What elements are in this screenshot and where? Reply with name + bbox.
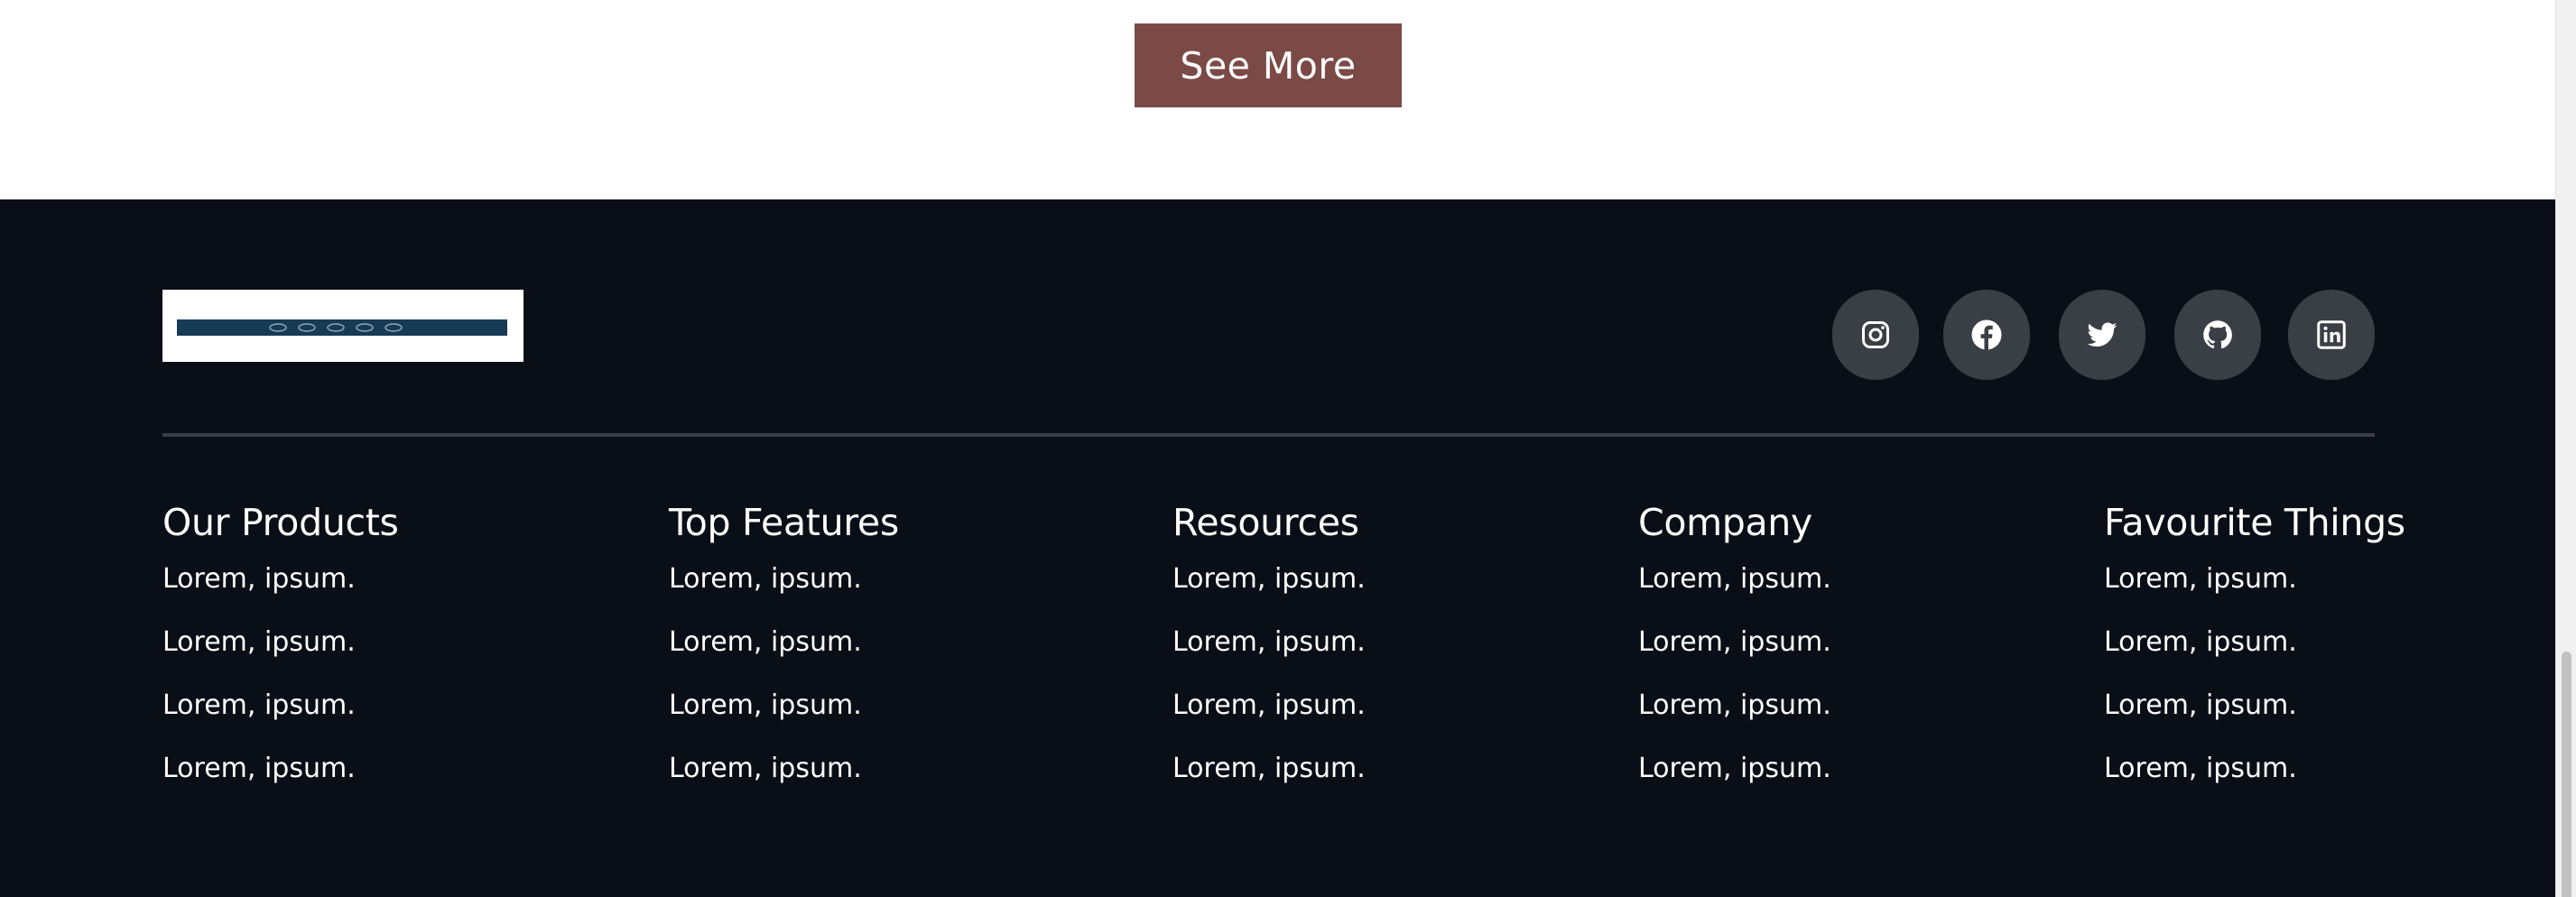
footer-link[interactable]: Lorem, ipsum. xyxy=(2104,741,2405,804)
footer-link[interactable]: Lorem, ipsum. xyxy=(669,678,899,741)
twitter-link[interactable] xyxy=(2059,290,2145,380)
column-links: Lorem, ipsum. Lorem, ipsum. Lorem, ipsum… xyxy=(669,551,899,804)
footer-link[interactable]: Lorem, ipsum. xyxy=(669,741,899,804)
github-link[interactable] xyxy=(2174,290,2261,380)
column-links: Lorem, ipsum. Lorem, ipsum. Lorem, ipsum… xyxy=(162,551,399,804)
footer-link[interactable]: Lorem, ipsum. xyxy=(1172,551,1366,615)
footer-link[interactable]: Lorem, ipsum. xyxy=(1638,615,1831,678)
twitter-icon xyxy=(2087,322,2117,347)
footer-link[interactable]: Lorem, ipsum. xyxy=(162,741,399,804)
footer-link[interactable]: Lorem, ipsum. xyxy=(669,551,899,615)
footer-link[interactable]: Lorem, ipsum. xyxy=(2104,615,2405,678)
content-section: See More xyxy=(0,0,2555,199)
footer-logo[interactable] xyxy=(162,290,524,362)
footer-column-resources: Resources Lorem, ipsum. Lorem, ipsum. Lo… xyxy=(1172,497,1366,804)
column-title: Top Features xyxy=(669,501,899,544)
footer-column-favourite-things: Favourite Things Lorem, ipsum. Lorem, ip… xyxy=(2104,497,2405,804)
footer-column-our-products: Our Products Lorem, ipsum. Lorem, ipsum.… xyxy=(162,497,399,804)
column-title: Our Products xyxy=(162,501,399,544)
see-more-button[interactable]: See More xyxy=(1135,23,1402,107)
linkedin-icon xyxy=(2317,320,2346,349)
footer-divider xyxy=(162,433,2375,437)
footer-link[interactable]: Lorem, ipsum. xyxy=(162,615,399,678)
instagram-link[interactable] xyxy=(1832,290,1919,380)
footer-link[interactable]: Lorem, ipsum. xyxy=(162,551,399,615)
footer-link[interactable]: Lorem, ipsum. xyxy=(2104,678,2405,741)
facebook-icon xyxy=(1971,319,2002,350)
column-title: Favourite Things xyxy=(2104,501,2405,544)
footer-link[interactable]: Lorem, ipsum. xyxy=(1638,678,1831,741)
column-links: Lorem, ipsum. Lorem, ipsum. Lorem, ipsum… xyxy=(2104,551,2405,804)
linkedin-link[interactable] xyxy=(2288,290,2375,380)
footer-link[interactable]: Lorem, ipsum. xyxy=(1172,678,1366,741)
scrollbar-thumb[interactable] xyxy=(2562,652,2571,897)
facebook-link[interactable] xyxy=(1943,290,2030,380)
instagram-icon xyxy=(1862,321,1889,348)
site-footer: Our Products Lorem, ipsum. Lorem, ipsum.… xyxy=(0,199,2555,897)
page: See More Our Products Lorem, ipsum. Lore… xyxy=(0,0,2576,897)
footer-column-top-features: Top Features Lorem, ipsum. Lorem, ipsum.… xyxy=(669,497,899,804)
footer-link[interactable]: Lorem, ipsum. xyxy=(1172,615,1366,678)
footer-column-company: Company Lorem, ipsum. Lorem, ipsum. Lore… xyxy=(1638,497,1831,804)
column-links: Lorem, ipsum. Lorem, ipsum. Lorem, ipsum… xyxy=(1172,551,1366,804)
footer-link[interactable]: Lorem, ipsum. xyxy=(1172,741,1366,804)
vertical-scrollbar[interactable] xyxy=(2555,0,2576,897)
column-links: Lorem, ipsum. Lorem, ipsum. Lorem, ipsum… xyxy=(1638,551,1831,804)
github-icon xyxy=(2203,320,2232,349)
logo-graphic xyxy=(269,323,403,332)
column-title: Resources xyxy=(1172,501,1359,544)
footer-link[interactable]: Lorem, ipsum. xyxy=(1638,551,1831,615)
footer-link[interactable]: Lorem, ipsum. xyxy=(2104,551,2405,615)
column-title: Company xyxy=(1638,501,1812,544)
footer-link[interactable]: Lorem, ipsum. xyxy=(669,615,899,678)
footer-link[interactable]: Lorem, ipsum. xyxy=(1638,741,1831,804)
logo-banner xyxy=(177,319,507,336)
footer-link[interactable]: Lorem, ipsum. xyxy=(162,678,399,741)
logo-wordmark xyxy=(267,322,417,333)
